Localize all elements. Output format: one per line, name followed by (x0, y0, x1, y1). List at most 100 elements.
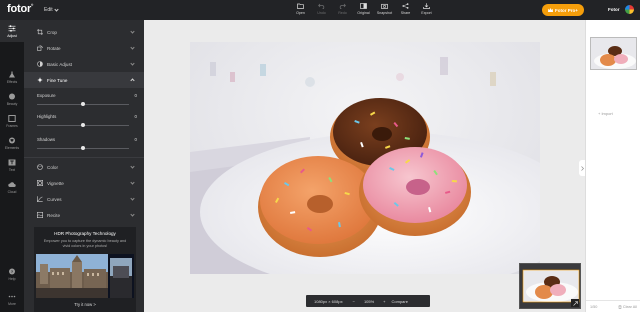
promo-image (36, 254, 134, 298)
promo-title: HDR Photography Technology (54, 231, 116, 236)
account-name: Fotor (608, 7, 620, 12)
original-button[interactable]: Original (353, 2, 374, 19)
export-label: Export (421, 11, 432, 15)
fine-tune-icon (37, 77, 43, 83)
rail-item-elements[interactable]: Elements (0, 132, 24, 154)
zoom-level: 105% (363, 298, 375, 304)
chevron-right-icon (580, 165, 584, 171)
image-thumbnail[interactable] (590, 37, 637, 70)
curves-icon (37, 196, 43, 202)
rail-label: Text (8, 167, 16, 172)
redo-label: Redo (338, 11, 347, 15)
chevron-down-icon (130, 45, 135, 50)
image-dimensions: 1080px × 608px (314, 298, 343, 304)
export-button[interactable]: Export (416, 2, 437, 19)
recite-icon (37, 212, 43, 218)
navigator-thumbnail[interactable] (519, 263, 581, 309)
section-recite[interactable]: Recite (24, 207, 144, 223)
section-curves[interactable]: Curves (24, 191, 144, 207)
rail-label: Help (8, 276, 16, 281)
chevron-down-icon (130, 29, 135, 34)
rail-item-adjust[interactable]: Adjust (0, 20, 24, 42)
snapshot-icon (381, 2, 388, 10)
trash-icon (618, 304, 622, 309)
promo-text: Empower you to capture the dynamic beaut… (43, 239, 127, 248)
adjust-icon (37, 61, 43, 67)
section-label: Rotate (47, 45, 61, 51)
frame-icon (8, 114, 16, 122)
chevron-down-icon (130, 212, 135, 217)
more-icon (8, 293, 16, 300)
section-rotate[interactable]: Rotate (24, 40, 144, 56)
chevron-down-icon (130, 180, 135, 185)
compare-icon (360, 2, 367, 10)
share-button[interactable]: Share (395, 2, 416, 19)
image-count: 1/50 (590, 304, 598, 309)
adjust-panel: Crop Rotate Basic Adjust Fine Tune Expos… (24, 20, 144, 312)
undo-label: Undo (317, 11, 326, 15)
photo-canvas[interactable] (190, 42, 540, 274)
image-list-footer: 1/50 Clear All (586, 300, 640, 312)
folder-icon (297, 2, 304, 10)
rail-label: Cloud (7, 189, 17, 194)
original-label: Original (357, 11, 370, 15)
rail-item-more[interactable]: More (0, 288, 24, 310)
toolbar: Open Undo Redo Original Snapshot Share E… (290, 2, 437, 19)
section-label: Fine Tune (47, 77, 68, 83)
section-label: Curves (47, 196, 62, 202)
edit-menu-label: Edit (44, 7, 53, 13)
undo-button[interactable]: Undo (311, 2, 332, 19)
slider-knob[interactable] (81, 123, 85, 127)
section-vignette[interactable]: Vignette (24, 175, 144, 191)
compare-button[interactable]: Compare (392, 299, 408, 304)
section-basic-adjust[interactable]: Basic Adjust (24, 56, 144, 72)
crop-icon (37, 29, 43, 35)
chevron-up-icon (130, 78, 135, 83)
rail-item-effects[interactable]: Effects (0, 66, 24, 88)
sliders-icon (8, 24, 16, 32)
section-color[interactable]: Color (24, 159, 144, 175)
expand-icon[interactable] (571, 299, 579, 307)
flask-icon (8, 71, 16, 78)
hdr-promo-card[interactable]: HDR Photography Technology Empower you t… (34, 227, 136, 312)
open-label: Open (296, 11, 305, 15)
section-label: Basic Adjust (47, 61, 73, 67)
chevron-down-icon (54, 6, 59, 12)
slider-value: 0 (134, 93, 137, 98)
slider-knob[interactable] (81, 102, 85, 106)
rail-label: Frames (6, 123, 18, 128)
section-fine-tune[interactable]: Fine Tune (24, 72, 144, 88)
crown-icon (548, 8, 554, 12)
avatar[interactable] (625, 5, 634, 14)
rail-label: Adjust (7, 33, 17, 38)
open-button[interactable]: Open (290, 2, 311, 19)
rail-item-beauty[interactable]: Beauty (0, 88, 24, 110)
cloud-icon (8, 181, 16, 188)
text-icon (8, 159, 16, 166)
snapshot-button[interactable]: Snapshot (374, 2, 395, 19)
rail-item-cloud[interactable]: Cloud (0, 176, 24, 198)
import-button[interactable]: + Import (598, 111, 613, 116)
rail-label: Beauty (6, 101, 18, 106)
section-label: Color (47, 164, 58, 170)
tool-rail: Adjust Effects Beauty Frames Elements Te… (0, 20, 24, 312)
zoom-out-button[interactable]: − (353, 299, 355, 304)
redo-button[interactable]: Redo (332, 2, 353, 19)
rail-item-text[interactable]: Text (0, 154, 24, 176)
clear-all-button[interactable]: Clear All (618, 305, 637, 309)
try-it-now-link[interactable]: Try it now > (34, 302, 136, 307)
chevron-down-icon (130, 196, 135, 201)
vignette-icon (37, 180, 43, 186)
rail-item-frames[interactable]: Frames (0, 110, 24, 132)
fotor-logo[interactable]: fotor® (7, 3, 33, 15)
rail-item-help[interactable]: ? Help (0, 263, 24, 285)
edit-menu[interactable]: Edit (44, 6, 59, 13)
rotate-icon (37, 45, 43, 51)
rail-label: Effects (6, 79, 18, 84)
zoom-in-button[interactable]: + (383, 299, 385, 304)
heart-icon (8, 137, 16, 144)
slider-knob[interactable] (81, 146, 85, 150)
download-icon (423, 2, 430, 10)
section-crop[interactable]: Crop (24, 24, 144, 40)
fotor-pro-button[interactable]: Fotor Pro+ (542, 4, 584, 16)
